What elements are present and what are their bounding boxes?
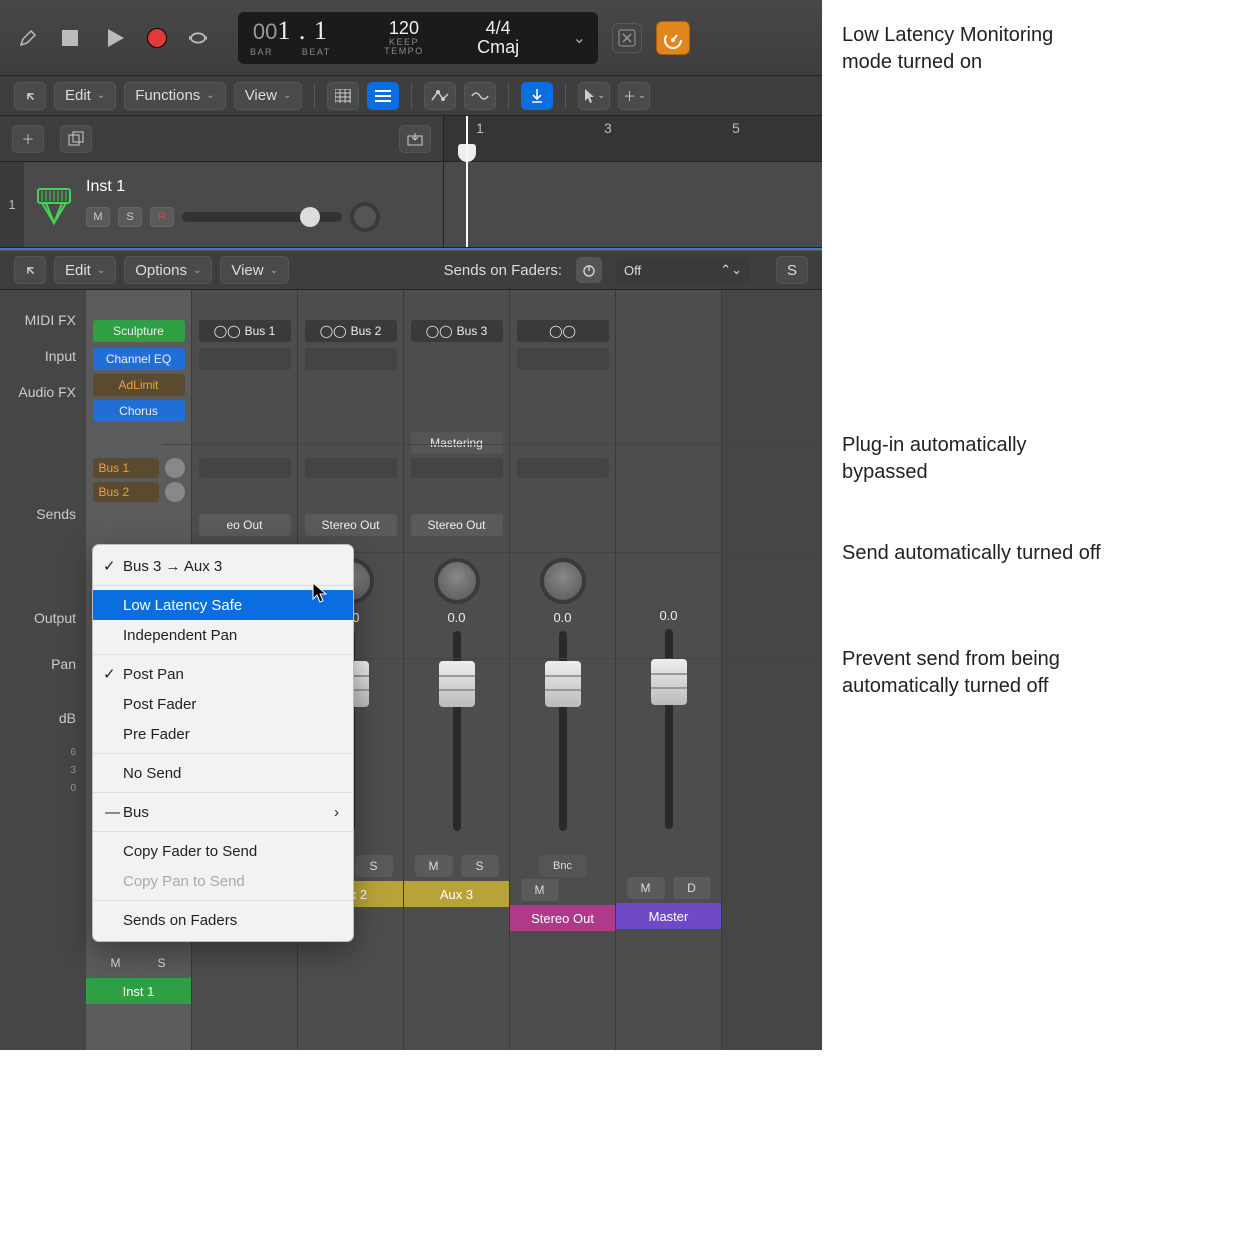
import-icon[interactable] — [399, 125, 431, 153]
cursor-icon — [312, 582, 330, 610]
lcd-timesig: 4/4 — [477, 19, 519, 38]
automation-icon[interactable] — [424, 82, 456, 110]
menu-item[interactable]: No Send — [93, 758, 353, 788]
annotation-2: Plug-in automatically bypassed — [842, 432, 1102, 486]
menu-item[interactable]: Independent Pan — [93, 620, 353, 650]
lcd-display[interactable]: 001 . 1 BAR BEAT 120 KEEP TEMPO 4/4 Cmaj… — [238, 12, 598, 64]
app-window: 001 . 1 BAR BEAT 120 KEEP TEMPO 4/4 Cmaj… — [0, 0, 822, 1050]
pan-knob[interactable] — [434, 558, 480, 604]
pan-knob[interactable] — [350, 202, 380, 232]
mastering-slot[interactable]: Mastering — [411, 432, 503, 454]
lcd-position: 1 . 1 — [277, 16, 328, 45]
record-icon[interactable] — [148, 29, 166, 47]
empty-fx-slot[interactable] — [199, 348, 291, 370]
power-icon[interactable] — [576, 257, 602, 283]
duplicate-track-icon[interactable] — [60, 125, 92, 153]
mute-button[interactable]: M — [86, 207, 110, 227]
sends-on-faders-label: Sends on Faders: — [444, 262, 562, 279]
chorus-slot[interactable]: Chorus — [93, 400, 185, 422]
mixer-edit-menu[interactable]: Edit⌄ — [54, 256, 116, 284]
strip-master[interactable]: 0.0 MD Master — [616, 290, 722, 1050]
solo-button[interactable]: S — [118, 207, 142, 227]
instrument-icon — [32, 183, 76, 227]
menu-item[interactable]: ✓Bus 3 → Aux 3 — [93, 551, 353, 581]
volume-slider[interactable] — [182, 212, 342, 222]
annotation-4: Prevent send from being automatically tu… — [842, 646, 1122, 700]
transport-controls — [56, 24, 212, 52]
lcd-key: Cmaj — [477, 38, 519, 57]
fader[interactable] — [665, 629, 673, 829]
record-enable-button[interactable]: R — [150, 207, 174, 227]
functions-menu[interactable]: Functions⌄ — [124, 82, 225, 110]
pencil-icon[interactable] — [14, 24, 42, 52]
mixer-toolbar: Edit⌄ Options⌄ View⌄ Sends on Faders: Of… — [0, 250, 822, 290]
mixer-row-labels: MIDI FX Input Audio FX Sends Output Pan … — [0, 290, 86, 1050]
instrument-slot[interactable]: Sculpture — [93, 320, 185, 342]
timeline-ruler[interactable]: 1 3 5 — [444, 116, 822, 161]
sends-on-faders-select[interactable]: Off⌃⌄ — [616, 257, 750, 283]
mixer-back-icon[interactable] — [14, 256, 46, 284]
fader[interactable] — [559, 631, 567, 831]
list-icon[interactable] — [367, 82, 399, 110]
solo-button[interactable]: S — [143, 952, 181, 974]
low-latency-icon[interactable] — [656, 21, 690, 55]
edit-menu[interactable]: Edit⌄ — [54, 82, 116, 110]
flex-icon[interactable] — [464, 82, 496, 110]
catch-icon[interactable] — [521, 82, 553, 110]
annotations: Low Latency Monitoring mode turned on Pl… — [822, 0, 1254, 1050]
tracks-toolbar: Edit⌄ Functions⌄ View⌄ ⌄ ＋⌄ — [0, 76, 822, 116]
strip-name[interactable]: Inst 1 — [86, 978, 191, 1004]
add-track-icon[interactable]: ＋ — [12, 125, 44, 153]
view-menu[interactable]: View⌄ — [234, 82, 303, 110]
s-button[interactable]: S — [776, 256, 808, 284]
menu-item[interactable]: —Bus› — [93, 797, 353, 827]
menu-item: Copy Pan to Send — [93, 866, 353, 896]
main-toolbar: 001 . 1 BAR BEAT 120 KEEP TEMPO 4/4 Cmaj… — [0, 0, 822, 76]
menu-item[interactable]: Sends on Faders — [93, 905, 353, 935]
fader[interactable] — [453, 631, 461, 831]
cycle-icon[interactable] — [184, 24, 212, 52]
track-name[interactable]: Inst 1 — [86, 178, 435, 196]
menu-item[interactable]: Post Fader — [93, 689, 353, 719]
chevron-down-icon[interactable]: ⌄ — [573, 28, 586, 48]
input-slot[interactable]: ◯◯Bus 1 — [199, 320, 291, 342]
play-icon[interactable] — [102, 24, 130, 52]
lcd-tempo: 120 — [384, 19, 424, 38]
send-bus1[interactable]: Bus 1 — [93, 458, 185, 478]
ruler: ＋ 1 3 5 — [0, 116, 822, 162]
mute-button[interactable]: M — [97, 952, 135, 974]
dim-button[interactable]: D — [673, 877, 711, 899]
annotation-1: Low Latency Monitoring mode turned on — [842, 22, 1102, 76]
lcd-bar-dim: 00 — [253, 19, 277, 44]
strip-aux3[interactable]: ◯◯Bus 3 Mastering Stereo Out 0.0 MS Aux … — [404, 290, 510, 1050]
menu-item[interactable]: Pre Fader — [93, 719, 353, 749]
grid-icon[interactable] — [327, 82, 359, 110]
channel-eq-slot[interactable]: Channel EQ — [93, 348, 185, 370]
annotation-3: Send automatically turned off — [842, 540, 1102, 567]
send-bus2[interactable]: Bus 2 — [93, 482, 185, 502]
pointer-tool-icon[interactable]: ⌄ — [578, 82, 610, 110]
strip-stereo-out[interactable]: ◯◯ 0.0 Bnc M Stereo Out — [510, 290, 616, 1050]
bounce-button[interactable]: Bnc — [539, 855, 587, 877]
mixer-view-menu[interactable]: View⌄ — [220, 256, 289, 284]
mixer-options-menu[interactable]: Options⌄ — [124, 256, 212, 284]
add-tool-icon[interactable]: ＋⌄ — [618, 82, 650, 110]
menu-item[interactable]: ✓Post Pan — [93, 659, 353, 689]
pan-knob[interactable] — [540, 558, 586, 604]
track-row[interactable]: 1 Inst 1 M S R — [0, 162, 822, 248]
output-slot[interactable]: eo Out — [199, 514, 291, 536]
playhead — [466, 116, 468, 161]
cancel-icon[interactable] — [612, 23, 642, 53]
track-lane[interactable] — [444, 162, 822, 247]
adlimit-slot-bypassed[interactable]: AdLimit — [93, 374, 185, 396]
mixer-panel: Edit⌄ Options⌄ View⌄ Sends on Faders: Of… — [0, 248, 822, 1050]
menu-item[interactable]: Copy Fader to Send — [93, 836, 353, 866]
track-number: 1 — [0, 162, 24, 247]
back-icon[interactable] — [14, 82, 46, 110]
stop-icon[interactable] — [56, 24, 84, 52]
